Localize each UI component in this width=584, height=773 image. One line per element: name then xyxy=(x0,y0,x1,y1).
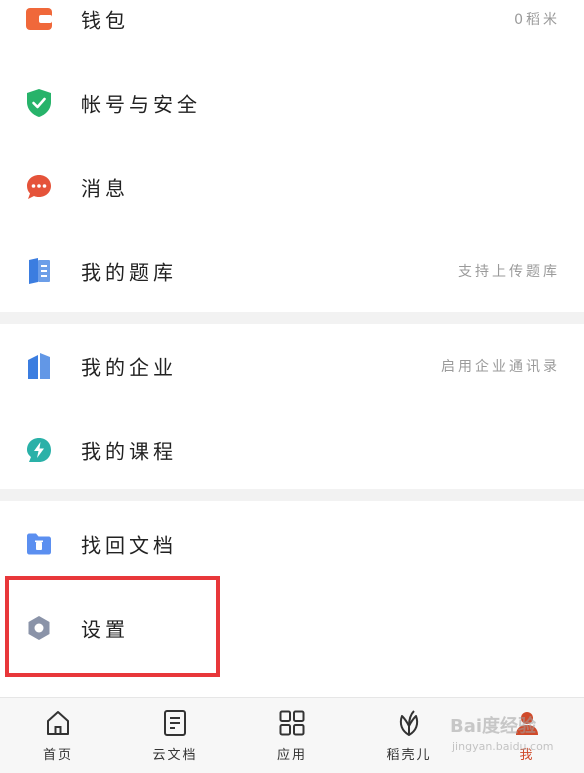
menu-item-wallet[interactable]: 钱包 0稻米 xyxy=(0,0,584,61)
section-divider xyxy=(0,312,584,324)
menu-item-courses[interactable]: 我的课程 xyxy=(0,408,584,492)
home-icon xyxy=(43,708,73,738)
shield-icon xyxy=(24,88,54,118)
tab-daoke[interactable]: 稻壳儿 xyxy=(369,698,449,773)
tab-label: 云文档 xyxy=(152,748,198,763)
menu-item-account-security[interactable]: 帐号与安全 xyxy=(0,61,584,145)
tab-label: 我 xyxy=(519,748,535,763)
menu-item-label: 找回文档 xyxy=(81,533,177,558)
bottom-tab-bar: 首页 云文档 应用 稻壳儿 我 xyxy=(0,697,584,773)
tab-label: 应用 xyxy=(276,748,307,763)
book-icon xyxy=(24,256,54,286)
settings-hexagon-icon xyxy=(24,613,54,643)
grid-icon xyxy=(277,708,307,738)
tab-label: 稻壳儿 xyxy=(386,748,432,763)
menu-item-settings[interactable]: 设置 xyxy=(0,586,584,670)
enterprise-hint: 启用企业通讯录 xyxy=(441,359,560,375)
tab-label: 首页 xyxy=(42,748,73,763)
menu-item-question-bank[interactable]: 我的题库 支持上传题库 xyxy=(0,229,584,313)
menu-item-label: 我的课程 xyxy=(81,439,177,464)
wallet-icon xyxy=(24,4,54,34)
document-icon xyxy=(160,708,190,738)
question-bank-hint: 支持上传题库 xyxy=(458,264,560,280)
menu-item-label: 我的题库 xyxy=(81,260,177,285)
menu-item-label: 设置 xyxy=(81,617,129,642)
tab-home[interactable]: 首页 xyxy=(18,698,98,773)
building-icon xyxy=(24,351,54,381)
tab-apps[interactable]: 应用 xyxy=(252,698,332,773)
user-icon xyxy=(512,708,542,738)
tab-me[interactable]: 我 xyxy=(487,698,567,773)
menu-item-label: 消息 xyxy=(81,176,129,201)
menu-item-label: 我的企业 xyxy=(81,355,177,380)
folder-trash-icon xyxy=(24,529,54,559)
chat-bubble-icon xyxy=(24,172,54,202)
menu-item-enterprise[interactable]: 我的企业 启用企业通讯录 xyxy=(0,324,584,408)
section-divider xyxy=(0,489,584,501)
leaf-icon xyxy=(394,708,424,738)
wallet-balance: 0稻米 xyxy=(514,12,560,28)
menu-item-label: 钱包 xyxy=(81,8,129,33)
tab-cloud-docs[interactable]: 云文档 xyxy=(135,698,215,773)
menu-item-label: 帐号与安全 xyxy=(81,92,201,117)
course-bolt-icon xyxy=(24,435,54,465)
menu-item-messages[interactable]: 消息 xyxy=(0,145,584,229)
menu-item-recover-docs[interactable]: 找回文档 xyxy=(0,502,584,586)
